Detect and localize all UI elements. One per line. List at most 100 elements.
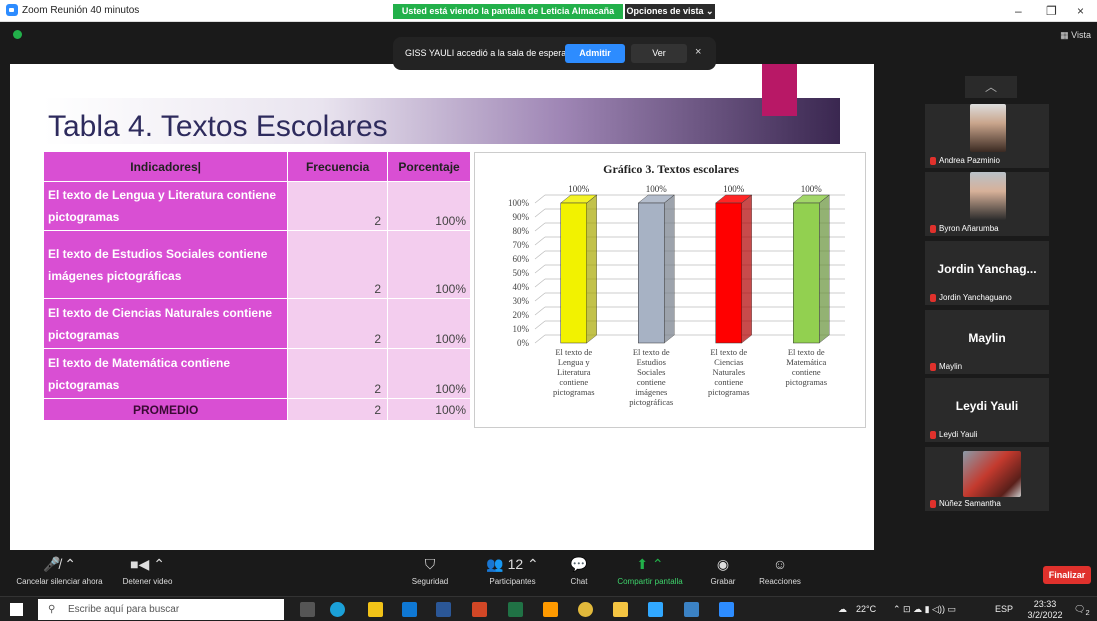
x-tick-label: Sociales <box>637 367 665 377</box>
bar-chart: Gráfico 3. Textos escolares 0% 10% 20% 30% 40… <box>508 162 845 407</box>
participant-name: Andrea Pazminio <box>939 156 1000 165</box>
x-tick-label: Estudios <box>637 357 666 367</box>
record-button[interactable]: ◉ Grabar <box>703 554 743 586</box>
restore-icon[interactable]: ❐ <box>1046 4 1057 18</box>
gridline <box>534 320 546 330</box>
windows-start-icon[interactable] <box>10 603 23 616</box>
end-meeting-button[interactable]: Finalizar <box>1043 566 1091 584</box>
percent-cell: 100% <box>387 298 471 349</box>
table-row: El texto de Ciencias Naturales contiene … <box>42 298 471 349</box>
data-label: 100% <box>723 184 745 194</box>
participant-tile[interactable]: Andrea Pazminio <box>925 104 1049 168</box>
zoom-logo-icon <box>6 4 18 16</box>
security-shield-icon <box>13 30 22 39</box>
search-placeholder: Escribe aquí para buscar <box>68 604 180 615</box>
bar-side <box>819 194 830 344</box>
chart-title: Gráfico 3. Textos escolares <box>603 162 739 176</box>
x-tick-label: contiene <box>637 377 666 387</box>
powerpoint-icon[interactable] <box>472 602 487 617</box>
y-tick-label: 40% <box>513 282 530 292</box>
notifications-icon[interactable]: 🗨2 <box>1074 604 1090 617</box>
chat-button[interactable]: 💬 Chat <box>563 554 595 586</box>
close-window-icon[interactable]: × <box>1077 4 1084 18</box>
chrome-icon[interactable] <box>578 602 593 617</box>
word-icon[interactable] <box>436 602 451 617</box>
task-view-icon[interactable] <box>300 602 315 617</box>
taskbar-search[interactable]: ⚲ Escribe aquí para buscar <box>38 599 284 620</box>
participant-strip: ︿ Andrea Pazminio Byron Añarumba Jordin … <box>925 76 1049 536</box>
participant-video <box>970 172 1006 220</box>
x-tick-label: pictográficas <box>629 397 673 407</box>
photos-icon[interactable] <box>684 602 699 617</box>
table-footer-row: PROMEDIO 2 100% <box>42 398 471 421</box>
y-tick-label: 50% <box>513 268 530 278</box>
muted-mic-icon <box>930 499 936 508</box>
view-button[interactable]: Ver <box>631 44 687 63</box>
participant-tile[interactable]: Leydi Yauli Leydi Yauli <box>925 378 1049 442</box>
indicator-cell: El texto de Matemática contiene pictogra… <box>42 348 289 399</box>
grid-icon: ▦ <box>1060 30 1069 40</box>
stop-video-button[interactable]: ■◀ ⌃ Detener video <box>115 554 180 586</box>
frequency-cell: 2 <box>287 298 389 349</box>
x-tick-label: contiene <box>559 377 588 387</box>
language-indicator[interactable]: ESP <box>995 604 1013 614</box>
waiting-room-notification: GISS YAULI accedió a la sala de espera A… <box>393 37 716 70</box>
meeting-controls: 🎤̸ ⌃ Cancelar silenciar ahora ■◀ ⌃ Detener… <box>0 550 1097 596</box>
mail-icon[interactable] <box>402 602 417 617</box>
tray-icons[interactable]: ⌃ ⊡ ☁ ▮ ◁)) ▭ <box>893 604 956 615</box>
view-options-button[interactable]: Opciones de vista ⌄ <box>625 4 715 19</box>
x-tick-label: El texto de <box>710 347 747 357</box>
admit-button[interactable]: Admitir <box>565 44 625 63</box>
reactions-button[interactable]: ☺ Reacciones <box>755 554 805 586</box>
clock-date: 3/2/2022 <box>1027 610 1063 620</box>
close-notification-icon[interactable]: × <box>695 46 701 58</box>
minimize-icon[interactable]: – <box>1015 4 1022 18</box>
participant-tile[interactable]: Maylin Maylin <box>925 310 1049 374</box>
zoom-taskbar-icon[interactable] <box>719 602 734 617</box>
share-arrow-icon: ⬆ ⌃ <box>636 556 664 572</box>
x-tick-label: Lengua y <box>558 357 591 367</box>
gridline <box>534 306 546 316</box>
meeting-area: ▦ Vista Tabla 4. Textos Escolares Indica… <box>0 22 1097 596</box>
x-tick-label: El texto de <box>555 347 592 357</box>
participant-tile[interactable]: Byron Añarumba <box>925 172 1049 236</box>
notification-count: 2 <box>1085 607 1090 617</box>
share-screen-button[interactable]: ⬆ ⌃ Compartir pantalla <box>610 554 690 586</box>
x-tick-label: Naturales <box>712 367 745 377</box>
view-label: Vista <box>1071 30 1091 40</box>
participant-name-tag: Jordin Yanchaguano <box>930 293 1012 302</box>
participant-tile[interactable]: Núñez Samantha <box>925 447 1049 511</box>
participant-name: Leydi Yauli <box>939 430 978 439</box>
smiley-icon: ☺ <box>772 556 788 572</box>
excel-icon[interactable] <box>508 602 523 617</box>
percent-cell: 100% <box>387 230 471 299</box>
clock[interactable]: 23:33 3/2/2022 <box>1025 599 1065 621</box>
participants-button[interactable]: 👥 12 ⌃ Participantes <box>475 554 550 586</box>
y-tick-label: 90% <box>513 212 530 222</box>
reactions-label: Reacciones <box>759 577 801 586</box>
gridline <box>534 278 546 288</box>
illustrator-icon[interactable] <box>543 602 558 617</box>
mute-button[interactable]: 🎤̸ ⌃ Cancelar silenciar ahora <box>12 554 107 586</box>
table-header: Indicadores| <box>42 151 289 182</box>
muted-mic-icon <box>930 430 936 439</box>
participant-tile[interactable]: Jordin Yanchag... Jordin Yanchaguano <box>925 241 1049 305</box>
participant-name-tag: Andrea Pazminio <box>930 156 1000 165</box>
table-header: Porcentaje <box>387 151 471 182</box>
view-toggle[interactable]: ▦ Vista <box>1060 30 1091 41</box>
security-button[interactable]: ⛉ Seguridad <box>405 554 455 586</box>
average-frequency: 2 <box>287 398 389 421</box>
bar-side <box>664 194 675 344</box>
participant-name-tag: Leydi Yauli <box>930 430 977 439</box>
x-tick-label: pictogramas <box>785 377 827 387</box>
scroll-up-chevron-icon[interactable]: ︿ <box>965 76 1017 98</box>
file-explorer-icon[interactable] <box>613 602 628 617</box>
data-label: 100% <box>568 184 590 194</box>
gridline <box>534 292 546 302</box>
store-icon[interactable] <box>368 602 383 617</box>
data-label: 100% <box>646 184 668 194</box>
y-tick-label: 20% <box>513 310 530 320</box>
photoshop-icon[interactable] <box>648 602 663 617</box>
participant-picture <box>963 451 1021 497</box>
edge-icon[interactable] <box>330 602 345 617</box>
